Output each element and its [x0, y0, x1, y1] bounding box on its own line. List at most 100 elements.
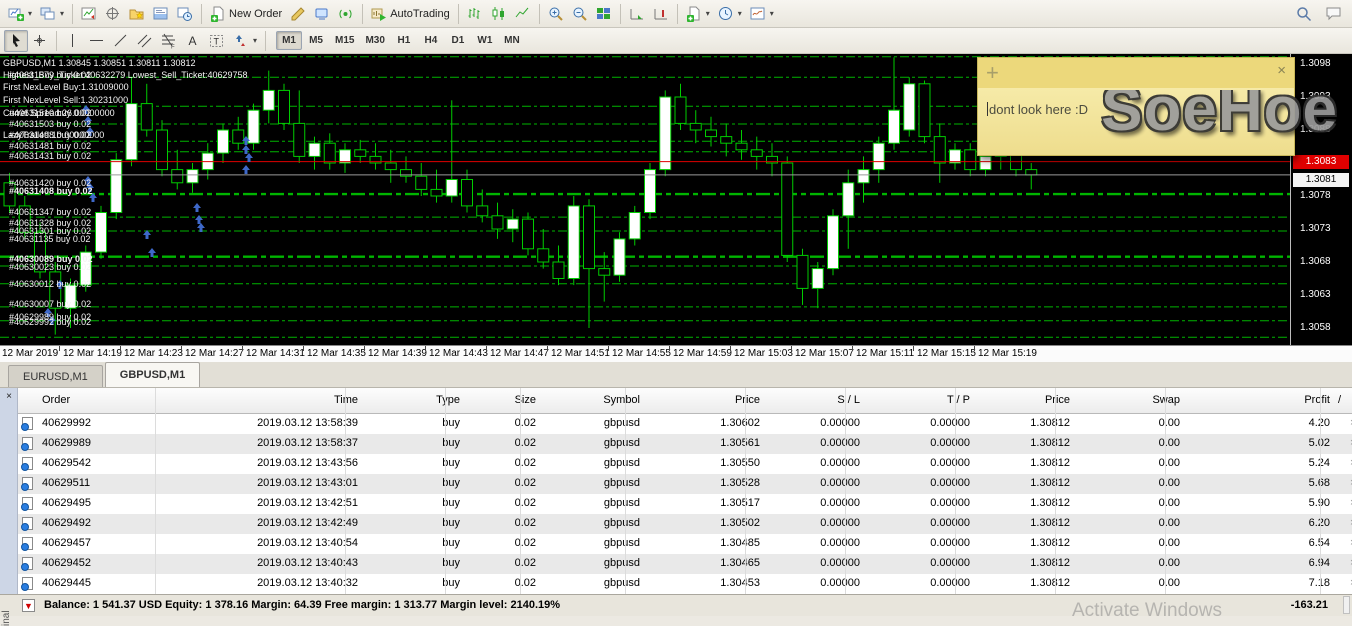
- toolbar-separator: [72, 4, 73, 24]
- zoom-out-button[interactable]: [568, 3, 592, 25]
- chat-button[interactable]: [1322, 3, 1346, 25]
- candlestick-chart-button[interactable]: [487, 3, 511, 25]
- column-separator[interactable]: [345, 388, 346, 594]
- order-row[interactable]: 406299892019.03.12 13:58:37buy0.02gbpusd…: [18, 434, 1352, 454]
- column-separator[interactable]: [1320, 388, 1321, 594]
- candle: [873, 143, 884, 169]
- chart-tab-eurusd[interactable]: EURUSD,M1: [8, 365, 103, 387]
- order-row[interactable]: 406294922019.03.12 13:42:49buy0.02gbpusd…: [18, 514, 1352, 534]
- column-separator[interactable]: [845, 388, 846, 594]
- column-separator[interactable]: [625, 388, 626, 594]
- order-row[interactable]: 406294522019.03.12 13:40:43buy0.02gbpusd…: [18, 554, 1352, 574]
- text-label-button[interactable]: T: [205, 30, 229, 52]
- trendline-button[interactable]: [109, 30, 133, 52]
- order-row[interactable]: 406295112019.03.12 13:43:01buy0.02gbpusd…: [18, 474, 1352, 494]
- metaeditor-button[interactable]: [286, 3, 310, 25]
- text-button[interactable]: A: [181, 30, 205, 52]
- timeframe-d1-button[interactable]: D1: [445, 31, 471, 50]
- order-row[interactable]: 406294572019.03.12 13:40:54buy0.02gbpusd…: [18, 534, 1352, 554]
- timeframe-h1-button[interactable]: H1: [391, 31, 417, 50]
- strategy-tester-button[interactable]: [173, 3, 197, 25]
- column-header-swap[interactable]: Swap: [1030, 394, 1180, 406]
- order-row[interactable]: 406294452019.03.12 13:40:32buy0.02gbpusd…: [18, 574, 1352, 594]
- order-row[interactable]: 406294952019.03.12 13:42:51buy0.02gbpusd…: [18, 494, 1352, 514]
- fibonacci-button[interactable]: F: [157, 30, 181, 52]
- crosshair-button[interactable]: [28, 30, 52, 52]
- equidistant-channel-button[interactable]: [133, 30, 157, 52]
- scrollbar-stub[interactable]: [1343, 596, 1350, 614]
- column-separator[interactable]: [1165, 388, 1166, 594]
- time-axis[interactable]: 12 Mar 201912 Mar 14:1912 Mar 14:2312 Ma…: [0, 345, 1352, 362]
- navigator-button[interactable]: [125, 3, 149, 25]
- search-icon: [1296, 6, 1312, 22]
- trade-ticket-label: #40631408 buy 0.02: [9, 186, 93, 196]
- new-chart-button[interactable]: ▾: [4, 3, 36, 25]
- candle: [828, 216, 839, 269]
- indicators-button[interactable]: ▾: [682, 3, 714, 25]
- signals-button[interactable]: [334, 3, 358, 25]
- column-header-profit[interactable]: Profit: [1180, 394, 1330, 406]
- order-row[interactable]: 406295422019.03.12 13:43:56buy0.02gbpusd…: [18, 454, 1352, 474]
- candle: [568, 206, 579, 279]
- cursor-button[interactable]: [4, 30, 28, 52]
- crosshair-icon: [32, 33, 48, 49]
- data-window-button[interactable]: [101, 3, 125, 25]
- candle: [812, 269, 823, 289]
- search-button[interactable]: [1292, 3, 1316, 25]
- order-row[interactable]: 406299922019.03.12 13:58:39buy0.02gbpusd…: [18, 414, 1352, 434]
- orders-table: 406299922019.03.12 13:58:39buy0.02gbpusd…: [18, 414, 1352, 594]
- templates-button[interactable]: ▾: [746, 3, 778, 25]
- column-header-order[interactable]: Order: [42, 394, 70, 406]
- auto-scroll-button[interactable]: [625, 3, 649, 25]
- candle: [934, 137, 945, 163]
- candle: [950, 150, 961, 163]
- note-close-icon[interactable]: ×: [1277, 62, 1286, 79]
- vertical-line-button[interactable]: [61, 30, 85, 52]
- market-watch-button[interactable]: [77, 3, 101, 25]
- timeframe-mn-button[interactable]: MN: [499, 31, 525, 50]
- note-text[interactable]: dont look here :D: [987, 102, 1088, 117]
- timeframe-m5-button[interactable]: M5: [303, 31, 329, 50]
- candle: [263, 90, 274, 110]
- chart-tab-gbpusd[interactable]: GBPUSD,M1: [105, 362, 200, 387]
- column-separator[interactable]: [520, 388, 521, 594]
- terminal-panel-button[interactable]: [149, 3, 173, 25]
- order-doc-icon: [22, 557, 33, 570]
- arrows-button[interactable]: ▾: [229, 30, 261, 52]
- timeframe-w1-button[interactable]: W1: [472, 31, 498, 50]
- price-tick-label: 1.3063: [1300, 289, 1331, 300]
- terminal-close-button[interactable]: ×: [3, 391, 15, 403]
- timeframe-h4-button[interactable]: H4: [418, 31, 444, 50]
- sticky-note-header[interactable]: [978, 58, 1294, 88]
- community-button[interactable]: [310, 3, 334, 25]
- price-tick-label: 1.3073: [1300, 223, 1331, 234]
- timeframe-m1-button[interactable]: M1: [276, 31, 302, 50]
- column-separator[interactable]: [745, 388, 746, 594]
- horizontal-line-button[interactable]: [85, 30, 109, 52]
- note-add-icon[interactable]: +: [986, 60, 999, 86]
- terminal-side-tab[interactable]: inal: [1, 610, 12, 626]
- timeframe-m30-button[interactable]: M30: [360, 31, 389, 50]
- timeframe-m15-button[interactable]: M15: [330, 31, 359, 50]
- new-order-button[interactable]: New Order: [206, 3, 286, 25]
- sticky-note[interactable]: + × dont look here :D: [977, 57, 1295, 156]
- price-axis[interactable]: 1.3083 1.3081 1.30981.30931.30881.30781.…: [1290, 54, 1352, 345]
- chart-shift-button[interactable]: [649, 3, 673, 25]
- cell-profit: 6.20: [1180, 517, 1330, 529]
- autotrading-button[interactable]: AutoTrading: [367, 3, 454, 25]
- total-profit: -163.21: [1291, 599, 1328, 611]
- column-separator[interactable]: [1055, 388, 1056, 594]
- comment-column-header[interactable]: /: [1338, 394, 1341, 406]
- column-separator[interactable]: [955, 388, 956, 594]
- bar-chart-button[interactable]: [463, 3, 487, 25]
- periods-button[interactable]: ▾: [714, 3, 746, 25]
- column-separator[interactable]: [155, 388, 156, 594]
- column-separator[interactable]: [445, 388, 446, 594]
- zoom-in-button[interactable]: [544, 3, 568, 25]
- time-tick-label: 12 Mar 14:35: [307, 348, 366, 359]
- cell-swap: 0.00: [1030, 437, 1180, 449]
- time-tick-label: 12 Mar 15:11: [856, 348, 914, 359]
- tile-windows-button[interactable]: [592, 3, 616, 25]
- profiles-button[interactable]: ▾: [36, 3, 68, 25]
- line-chart-button[interactable]: [511, 3, 535, 25]
